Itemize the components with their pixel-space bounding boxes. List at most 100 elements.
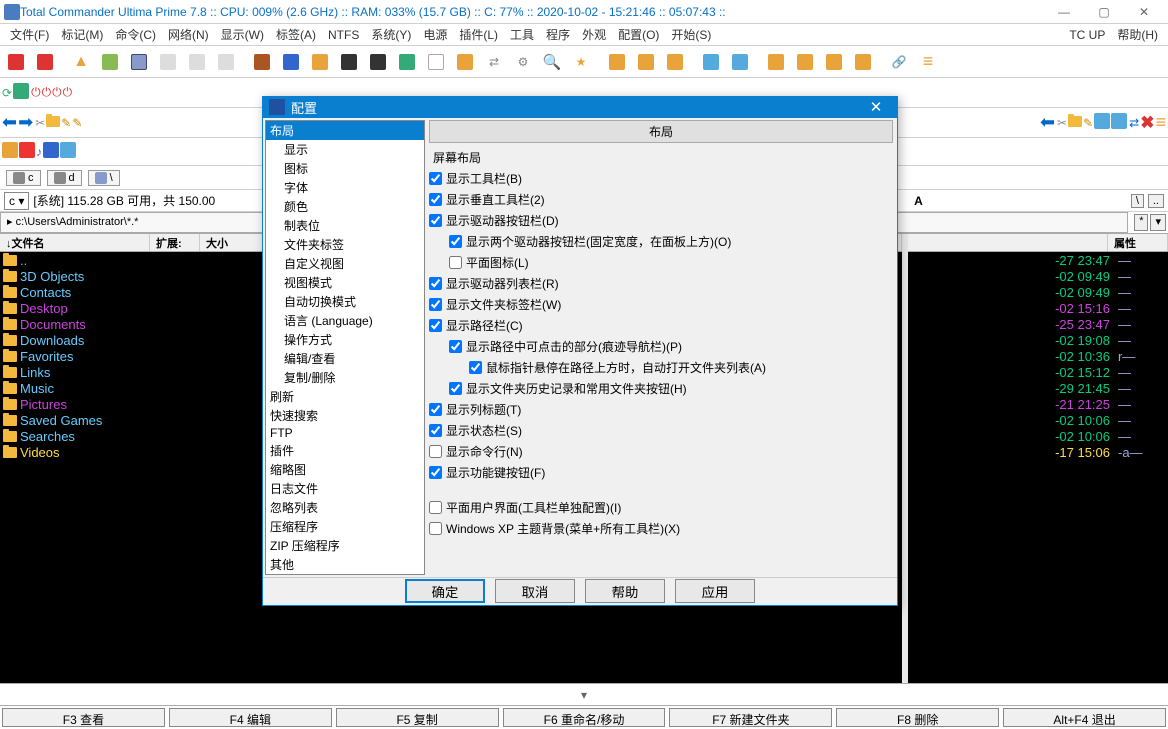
tree-node[interactable]: 颜色 (266, 197, 424, 216)
drive-net[interactable]: \ (88, 170, 120, 186)
tb-swap[interactable]: ⇄ (480, 49, 508, 75)
tb2-refresh[interactable]: ⟳ (2, 86, 12, 100)
tree-node[interactable]: ZIP 压缩程序 (266, 536, 424, 555)
menu-item[interactable]: TC UP (1063, 26, 1111, 44)
menu-item[interactable]: 系统(Y) (365, 24, 417, 45)
function-key[interactable]: F6 重命名/移动 (503, 708, 666, 727)
file-row[interactable]: -02 10:06— (908, 428, 1168, 444)
file-row[interactable]: -21 21:25— (908, 396, 1168, 412)
tree-node[interactable]: 其他 (266, 555, 424, 574)
tb-1[interactable] (2, 49, 30, 75)
nav-r-back[interactable]: ⬅ (1040, 112, 1055, 133)
minimize-button[interactable]: — (1044, 1, 1084, 23)
cancel-button[interactable]: 取消 (495, 579, 575, 603)
tree-node[interactable]: 操作方式 (266, 330, 424, 349)
checkbox-row[interactable]: 平面用户界面(工具栏单独配置)(I) (429, 497, 893, 518)
tb-full[interactable] (183, 49, 211, 75)
tb2-power3[interactable]: ⏻ (52, 85, 62, 100)
tree-node[interactable]: 缩略图 (266, 460, 424, 479)
checkbox-row[interactable]: 显示文件夹历史记录和常用文件夹按钮(H) (429, 378, 893, 399)
function-key[interactable]: Alt+F4 退出 (1003, 708, 1166, 727)
file-row[interactable]: -27 23:47— (908, 252, 1168, 268)
tree-node[interactable]: 字体 (266, 178, 424, 197)
file-row[interactable]: -17 15:06-a— (908, 444, 1168, 460)
menu-item[interactable]: 电源 (417, 24, 453, 45)
tb-clip1[interactable] (603, 49, 631, 75)
checkbox-row[interactable]: 显示命令行(N) (429, 441, 893, 462)
menu-item[interactable]: 插件(L) (453, 24, 504, 45)
checkbox-row[interactable]: 显示工具栏(B) (429, 168, 893, 189)
tb-clip3[interactable] (661, 49, 689, 75)
checkbox-row[interactable]: 显示驱动器列表栏(R) (429, 273, 893, 294)
close-button[interactable]: ✕ (1124, 1, 1164, 23)
tree-node[interactable]: 文件夹标签 (266, 235, 424, 254)
function-key[interactable]: F3 查看 (2, 708, 165, 727)
cmdline[interactable]: ▾ (0, 683, 1168, 705)
tb-cmd[interactable] (335, 49, 363, 75)
menu-item[interactable]: 显示(W) (215, 24, 270, 45)
config-tree[interactable]: 布局显示图标字体颜色制表位文件夹标签自定义视图视图模式自动切换模式语言 (Lan… (265, 120, 425, 575)
tb-gear[interactable]: ⚙ (509, 49, 537, 75)
menu-item[interactable]: 配置(O) (612, 24, 665, 45)
tb-shield[interactable] (277, 49, 305, 75)
file-row[interactable]: -02 09:49— (908, 268, 1168, 284)
tree-node[interactable]: 图标 (266, 159, 424, 178)
tree-node[interactable]: 语言 (Language) (266, 311, 424, 330)
checkbox-row[interactable]: 鼠标指针悬停在路径上方时，自动打开文件夹列表(A) (429, 357, 893, 378)
function-key[interactable]: F8 删除 (836, 708, 999, 727)
drive-combo[interactable]: c ▾ (4, 192, 29, 210)
nav-r-swap[interactable]: ⇄ (1129, 116, 1139, 130)
tree-node[interactable]: 制表位 (266, 216, 424, 235)
tree-node[interactable]: 复制/删除 (266, 368, 424, 387)
nav-r-1[interactable] (1094, 113, 1110, 132)
tb-folderup[interactable] (451, 49, 479, 75)
tb-dl2[interactable] (791, 49, 819, 75)
menu-item[interactable]: 标签(A) (270, 24, 322, 45)
tree-node[interactable]: 显示 (266, 140, 424, 159)
dialog-close[interactable]: ✕ (861, 98, 891, 116)
menu-item[interactable]: 外观 (576, 24, 612, 45)
tree-node[interactable]: 视图模式 (266, 273, 424, 292)
ok-button[interactable]: 确定 (405, 579, 485, 603)
checkbox-row[interactable]: 显示驱动器按钮栏(D) (429, 210, 893, 231)
function-key[interactable]: F4 编辑 (169, 708, 332, 727)
checkbox-row[interactable]: 显示文件夹标签栏(W) (429, 294, 893, 315)
tm-video[interactable] (43, 142, 59, 161)
file-row[interactable]: -02 09:49— (908, 284, 1168, 300)
tb-case[interactable] (248, 49, 276, 75)
drive-d[interactable]: d (47, 170, 82, 186)
tm-image[interactable] (60, 142, 76, 161)
checkbox-row[interactable]: 显示路径栏(C) (429, 315, 893, 336)
tb-dl3[interactable] (820, 49, 848, 75)
tm-1[interactable] (2, 142, 18, 161)
file-row[interactable]: -02 15:16— (908, 300, 1168, 316)
tree-node[interactable]: 压缩程序 (266, 517, 424, 536)
tb-net2[interactable] (726, 49, 754, 75)
nav-r-folder[interactable] (1068, 116, 1082, 130)
nav-edit2[interactable]: ✎ (72, 116, 82, 130)
menu-item[interactable]: 帮助(H) (1111, 24, 1164, 45)
tb-link[interactable]: 🔗 (885, 49, 913, 75)
nav-folder[interactable] (46, 116, 60, 130)
nav-fwd[interactable]: ➡ (18, 112, 33, 133)
tb-star[interactable]: ★ (567, 49, 595, 75)
tb-list[interactable] (125, 49, 153, 75)
tree-node[interactable]: FTP (266, 425, 424, 441)
tb2-power2[interactable]: ⏻ (42, 85, 52, 100)
menu-item[interactable]: 命令(C) (109, 24, 162, 45)
tb-warn[interactable]: ▲ (67, 49, 95, 75)
nav-r-x[interactable]: ✖ (1140, 113, 1154, 133)
tb-dl4[interactable] (849, 49, 877, 75)
nav-back[interactable]: ⬅ (2, 112, 17, 133)
tree-node[interactable]: 忽略列表 (266, 498, 424, 517)
checkbox-row[interactable]: 显示功能键按钮(F) (429, 462, 893, 483)
tb-folder[interactable] (306, 49, 334, 75)
file-row[interactable]: -02 15:12— (908, 364, 1168, 380)
function-key[interactable]: F7 新建文件夹 (669, 708, 832, 727)
checkbox-row[interactable]: 显示状态栏(S) (429, 420, 893, 441)
menu-item[interactable]: 工具 (504, 24, 540, 45)
tm-music[interactable]: ♪ (36, 145, 42, 159)
tab-dd[interactable]: ▾ (1150, 214, 1166, 231)
maximize-button[interactable]: ▢ (1084, 1, 1124, 23)
tb-tree[interactable] (96, 49, 124, 75)
